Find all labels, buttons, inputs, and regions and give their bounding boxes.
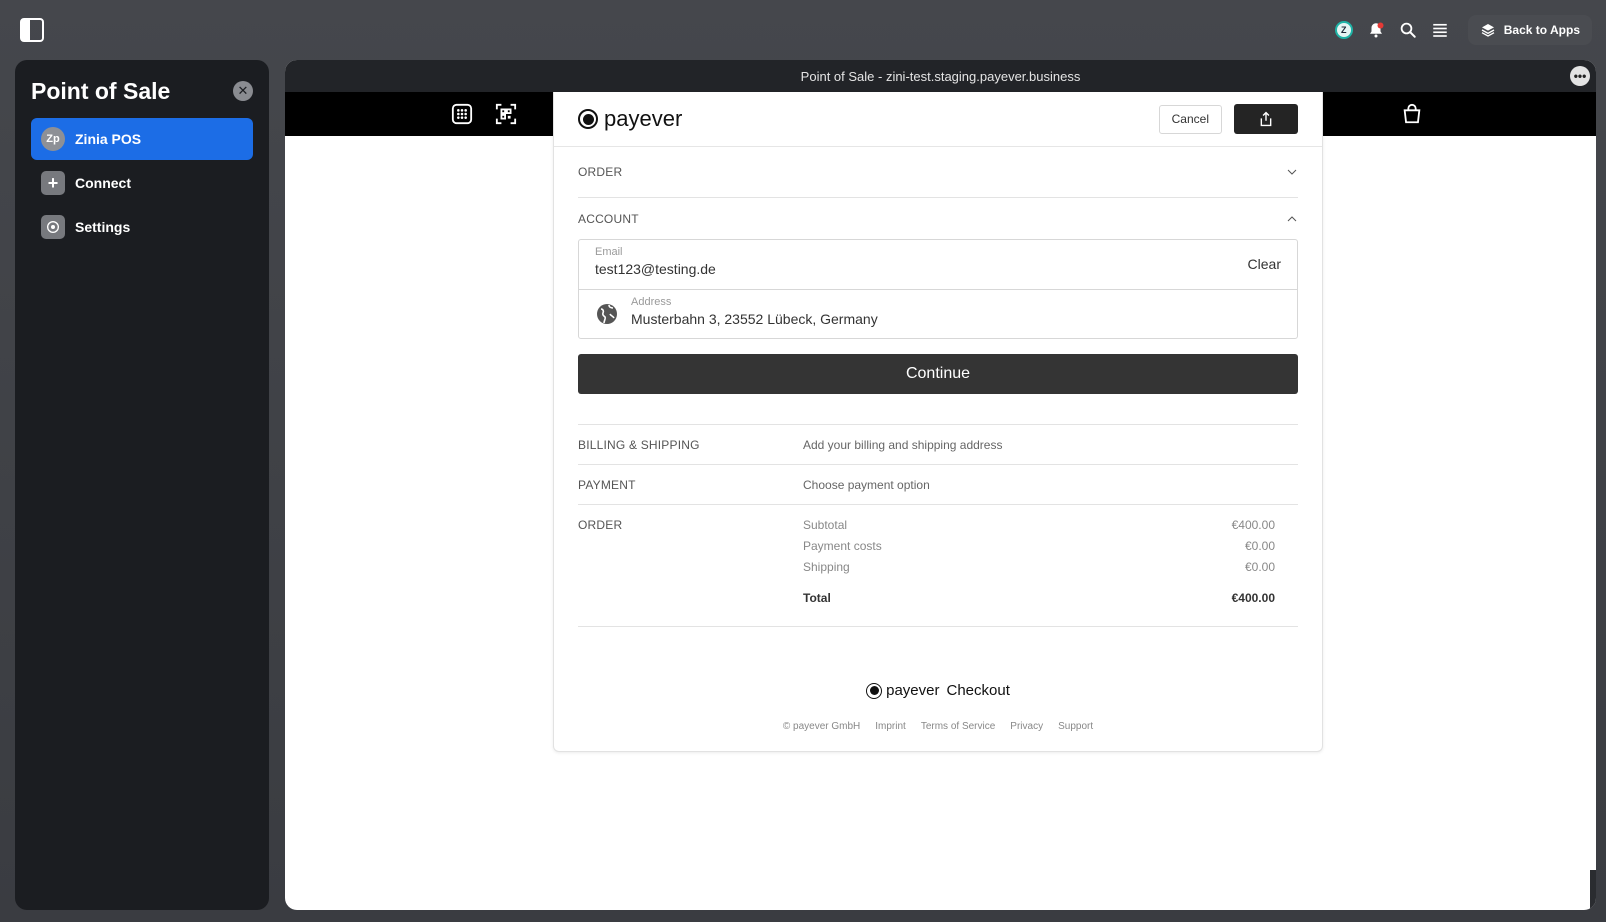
- checkout-summary: BILLING & SHIPPING Add your billing and …: [578, 424, 1298, 627]
- account-section-label: ACCOUNT: [578, 211, 639, 226]
- checkout-card: payever Cancel ORDER ACCOUNT Email test1…: [553, 92, 1323, 752]
- payment-text: Choose payment option: [803, 477, 930, 492]
- line-value: €0.00: [1244, 539, 1275, 553]
- sidebar-header: Point of Sale ✕: [31, 72, 253, 110]
- sidebar: Point of Sale ✕ Zp Zinia POS + Connect S…: [15, 60, 269, 910]
- checkout-sections: ORDER ACCOUNT Email test123@testing.de C…: [578, 147, 1298, 394]
- total-value: €400.00: [1231, 591, 1275, 605]
- keypad-icon[interactable]: [451, 103, 473, 125]
- payever-logo-icon: [866, 682, 883, 699]
- qr-scan-icon[interactable]: [495, 103, 517, 125]
- terms-link[interactable]: Terms of Service: [921, 721, 995, 732]
- terminal-avatar: Zp: [41, 127, 65, 151]
- order-summary-row: ORDER Subtotal €400.00 Payment costs €0.…: [578, 505, 1298, 627]
- footer-checkout-word: Checkout: [946, 682, 1010, 699]
- email-value[interactable]: test123@testing.de: [595, 261, 1281, 277]
- email-field[interactable]: Email test123@testing.de Clear: [579, 240, 1297, 289]
- total-label: Total: [803, 591, 831, 605]
- clear-email-button[interactable]: Clear: [1248, 256, 1281, 272]
- cancel-button[interactable]: Cancel: [1158, 104, 1222, 134]
- order-section-label: ORDER: [578, 165, 623, 179]
- email-label: Email: [595, 246, 623, 258]
- order-section-toggle[interactable]: ORDER: [578, 147, 1298, 198]
- settings-icon: [41, 215, 65, 239]
- more-options-icon[interactable]: •••: [1570, 66, 1590, 86]
- payever-checkout-logo: payever Checkout: [554, 682, 1322, 699]
- sidebar-item-label: Settings: [75, 219, 131, 235]
- avatar-initial: Z: [1334, 21, 1353, 39]
- plus-icon: +: [41, 171, 65, 195]
- account-section-toggle[interactable]: ACCOUNT: [578, 198, 1298, 239]
- sidebar-title: Point of Sale: [31, 77, 171, 104]
- window-titlebar: Point of Sale - zini-test.staging.payeve…: [285, 60, 1596, 92]
- continue-button[interactable]: Continue: [578, 354, 1298, 394]
- chevron-up-icon: [1287, 215, 1297, 221]
- sidebar-item-label: Connect: [75, 175, 131, 191]
- payever-logo: payever: [578, 106, 682, 132]
- top-icons: Z Back to Apps: [1328, 14, 1606, 46]
- account-form: Email test123@testing.de Clear Address M…: [578, 239, 1298, 339]
- brand-name: payever: [604, 106, 683, 131]
- share-button[interactable]: [1234, 104, 1298, 134]
- billing-shipping-row[interactable]: BILLING & SHIPPING Add your billing and …: [578, 425, 1298, 465]
- layers-icon: [1481, 24, 1495, 37]
- billing-label: BILLING & SHIPPING: [578, 437, 700, 452]
- window-title: Point of Sale - zini-test.staging.payeve…: [800, 68, 1081, 84]
- sidebar-item-zinia-pos[interactable]: Zp Zinia POS: [31, 118, 253, 160]
- imprint-link[interactable]: Imprint: [875, 721, 906, 732]
- line-label: Shipping: [803, 560, 850, 574]
- support-link[interactable]: Support: [1058, 721, 1093, 732]
- order-summary-label: ORDER: [578, 518, 623, 532]
- order-lines: Subtotal €400.00 Payment costs €0.00 Shi…: [803, 518, 1298, 612]
- sidebar-toggle-icon[interactable]: [20, 18, 44, 42]
- payment-row[interactable]: PAYMENT Choose payment option: [578, 465, 1298, 505]
- close-icon[interactable]: ✕: [233, 81, 253, 101]
- header-actions: Cancel: [1158, 104, 1298, 134]
- subtotal-line: Subtotal €400.00: [803, 518, 1275, 539]
- footer-links: © payever GmbH Imprint Terms of Service …: [554, 721, 1322, 732]
- menu-icon[interactable]: [1424, 14, 1456, 46]
- footer-brand-name: payever: [886, 682, 940, 699]
- profile-avatar[interactable]: Z: [1328, 14, 1360, 46]
- line-label: Subtotal: [803, 518, 848, 532]
- sidebar-item-label: Zinia POS: [75, 131, 142, 147]
- search-icon[interactable]: [1392, 14, 1424, 46]
- globe-icon: [597, 304, 617, 324]
- sidebar-item-connect[interactable]: + Connect: [31, 162, 253, 204]
- billing-text: Add your billing and shipping address: [803, 437, 1003, 452]
- total-line: Total €400.00: [803, 591, 1275, 612]
- payment-costs-line: Payment costs €0.00: [803, 539, 1275, 560]
- payment-label: PAYMENT: [578, 477, 636, 492]
- app-window: Point of Sale - zini-test.staging.payeve…: [285, 60, 1596, 910]
- top-bar: Z Back to Apps: [0, 0, 1606, 58]
- shipping-line: Shipping €0.00: [803, 560, 1275, 581]
- scrollbar[interactable]: [1590, 870, 1596, 910]
- copyright-text: © payever GmbH: [782, 721, 861, 732]
- chevron-down-icon: [1287, 169, 1297, 175]
- line-label: Payment costs: [803, 539, 882, 553]
- address-value[interactable]: Musterbahn 3, 23552 Lübeck, Germany: [631, 311, 1281, 327]
- shopping-bag-icon[interactable]: [1401, 103, 1423, 125]
- line-value: €0.00: [1244, 560, 1275, 574]
- line-value: €400.00: [1231, 518, 1275, 532]
- back-to-apps-label: Back to Apps: [1503, 23, 1580, 37]
- share-icon: [1260, 111, 1272, 127]
- bell-icon[interactable]: [1360, 14, 1392, 46]
- payever-logo-icon: [578, 109, 598, 129]
- back-to-apps-button[interactable]: Back to Apps: [1467, 15, 1592, 45]
- address-field[interactable]: Address Musterbahn 3, 23552 Lübeck, Germ…: [579, 289, 1297, 338]
- sidebar-item-settings[interactable]: Settings: [31, 206, 253, 248]
- checkout-header: payever Cancel: [554, 92, 1322, 147]
- address-label: Address: [631, 296, 672, 308]
- privacy-link[interactable]: Privacy: [1010, 721, 1043, 732]
